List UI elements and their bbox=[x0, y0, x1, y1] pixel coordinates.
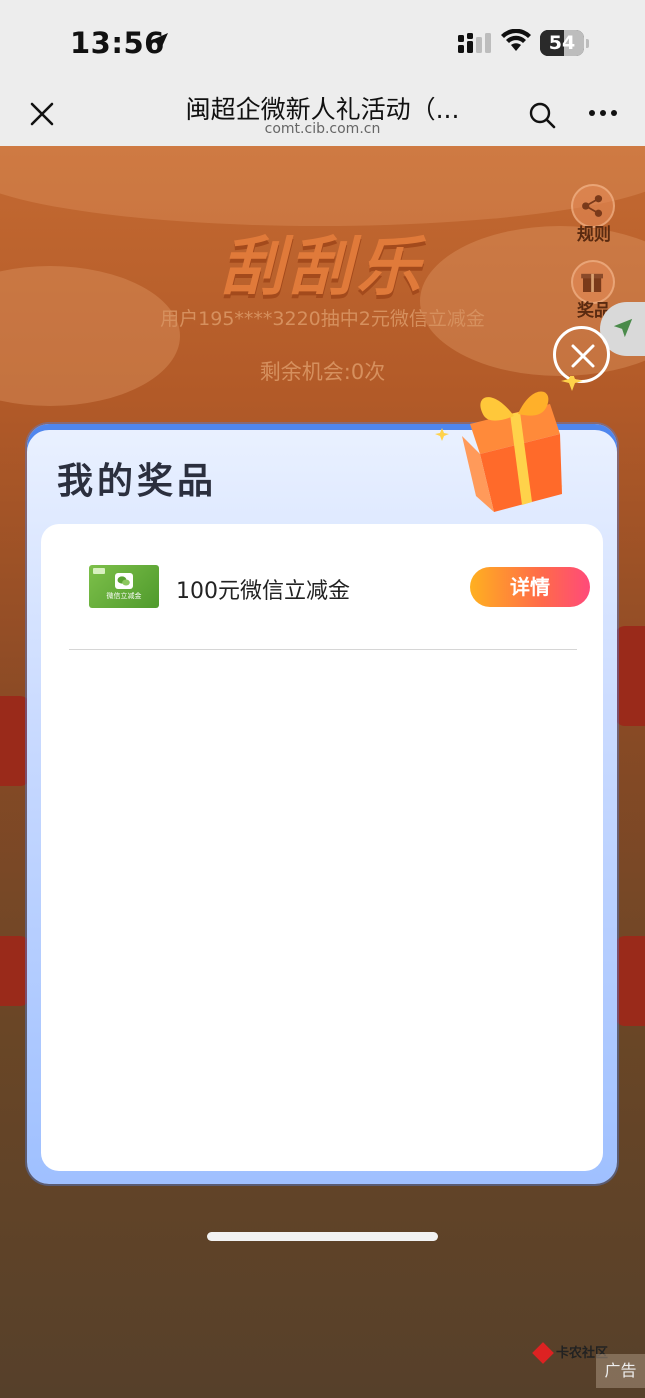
winner-marquee: 用户195****3220抽中2元微信立减金 bbox=[160, 308, 485, 330]
search-icon[interactable] bbox=[528, 101, 556, 129]
prize-name: 100元微信立减金 bbox=[176, 579, 350, 604]
wechat-coupon-icon: 微信立减金 bbox=[89, 565, 159, 608]
navigation-arrow-icon bbox=[613, 318, 633, 338]
coupon-text: 微信立减金 bbox=[106, 592, 142, 600]
ad-badge[interactable]: 广告 bbox=[596, 1354, 645, 1388]
prize-list-item: 微信立减金 100元微信立减金 详情 bbox=[69, 564, 590, 612]
page-url: comt.cib.com.cn bbox=[264, 121, 381, 137]
browser-nav-bar: 闽超企微新人礼活动（... comt.cib.com.cn bbox=[0, 86, 645, 146]
divider bbox=[69, 649, 577, 650]
battery-indicator: 54 bbox=[540, 30, 590, 56]
close-icon bbox=[571, 344, 595, 368]
location-arrow-icon bbox=[150, 33, 168, 51]
more-options-icon[interactable] bbox=[588, 108, 618, 118]
rules-label: 规则 bbox=[577, 225, 611, 245]
my-prizes-modal: 我的奖品 微信立减金 100元微信立减金 详情 bbox=[27, 376, 617, 1184]
prize-list-card: 微信立减金 100元微信立减金 详情 bbox=[41, 524, 603, 1171]
gift-box-icon bbox=[435, 376, 583, 512]
modal-title: 我的奖品 bbox=[57, 461, 218, 502]
modal-close-button[interactable] bbox=[553, 326, 610, 383]
cellular-signal-icon bbox=[458, 33, 491, 53]
close-icon[interactable] bbox=[28, 100, 56, 128]
wechat-icon bbox=[115, 573, 133, 589]
home-indicator[interactable] bbox=[207, 1232, 438, 1241]
status-bar: 13:56 54 bbox=[0, 0, 645, 86]
game-title: 刮刮乐 bbox=[220, 231, 425, 305]
wifi-icon bbox=[501, 29, 531, 51]
detail-button[interactable]: 详情 bbox=[470, 567, 590, 607]
battery-level: 54 bbox=[548, 32, 576, 54]
